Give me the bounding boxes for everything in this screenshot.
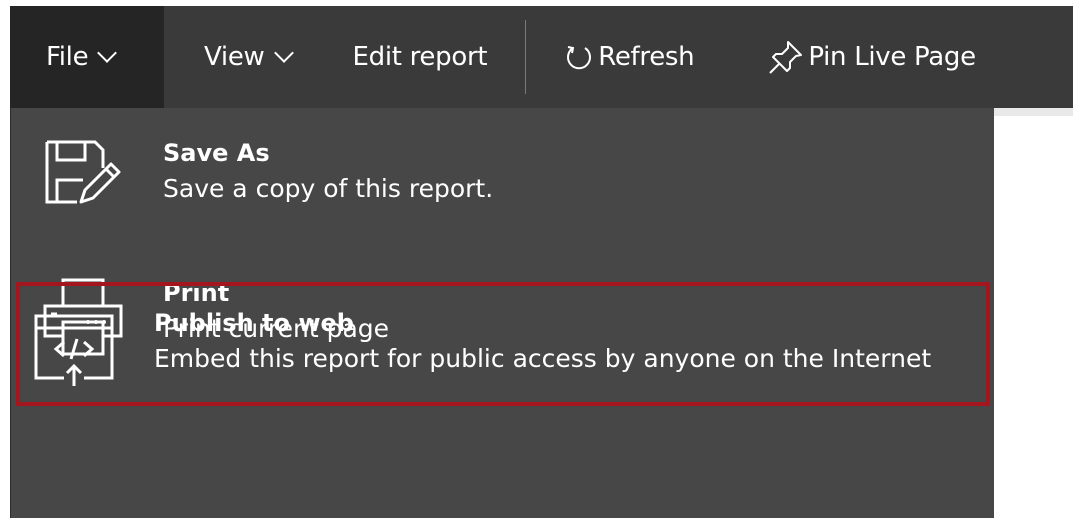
edit-report-button[interactable]: Edit report — [291, 6, 488, 108]
pin-live-page-label: Pin Live Page — [808, 42, 976, 72]
publish-to-web-menu-item[interactable]: Publish to web Embed this report for pub… — [16, 282, 990, 406]
chevron-down-icon — [97, 43, 118, 63]
edit-report-label: Edit report — [352, 42, 488, 72]
file-label: File — [46, 42, 89, 72]
report-canvas-edge — [994, 108, 1073, 116]
refresh-label: Refresh — [598, 42, 695, 72]
refresh-icon — [564, 42, 594, 72]
view-label: View — [204, 42, 265, 72]
publish-to-web-description: Embed this report for public access by a… — [154, 344, 932, 373]
view-menu-button[interactable]: View — [164, 6, 294, 108]
save-as-icon — [39, 138, 127, 208]
pin-icon — [768, 40, 804, 74]
publish-to-web-title: Publish to web — [154, 309, 354, 337]
report-viewer: File View Edit report Refresh Pin Live P… — [0, 0, 1073, 518]
pin-live-page-button[interactable]: Pin Live Page — [694, 6, 976, 108]
save-as-description: Save a copy of this report. — [163, 174, 494, 203]
save-as-title: Save As — [163, 139, 270, 167]
save-as-menu-item[interactable]: Save As Save a copy of this report. — [11, 138, 995, 258]
save-as-text: Save As Save a copy of this report. — [163, 138, 493, 206]
refresh-button[interactable]: Refresh — [526, 6, 695, 108]
publish-to-web-text: Publish to web Embed this report for pub… — [154, 308, 931, 376]
publish-to-web-icon — [30, 312, 118, 386]
top-toolbar: File View Edit report Refresh Pin Live P… — [10, 6, 1073, 108]
file-menu-button[interactable]: File — [10, 6, 164, 108]
